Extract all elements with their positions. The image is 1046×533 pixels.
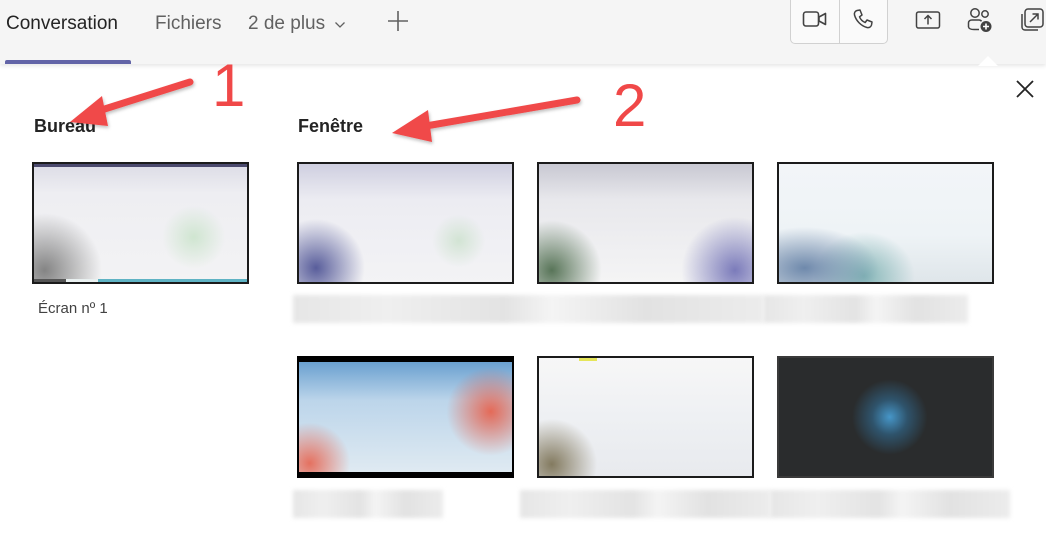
tab-more-dropdown[interactable]: 2 de plus: [248, 12, 346, 36]
pop-out-icon: [1019, 7, 1045, 38]
window-preview: [539, 164, 752, 282]
video-camera-icon: [802, 9, 828, 34]
window-preview: [779, 358, 992, 476]
active-tab-indicator: [5, 60, 131, 64]
close-icon: [1014, 80, 1036, 104]
chevron-down-icon: [334, 12, 346, 36]
window-thumbnail-5[interactable]: [537, 356, 754, 478]
desktop-section-title: Bureau: [34, 116, 97, 136]
tab-conversation[interactable]: Conversation: [6, 12, 118, 36]
video-call-button[interactable]: [791, 0, 839, 43]
tab-more-label: 2 de plus: [248, 13, 326, 35]
channel-header: Conversation Fichiers 2 de plus: [0, 0, 1046, 64]
audio-call-button[interactable]: [838, 0, 888, 43]
tab-files[interactable]: Fichiers: [155, 12, 222, 36]
window-thumbnail-6[interactable]: [777, 356, 994, 478]
add-people-button[interactable]: [966, 6, 994, 39]
window-thumbnail-2[interactable]: [537, 162, 754, 284]
close-button[interactable]: [1014, 78, 1036, 100]
screen-label: Écran nº 1: [38, 300, 108, 317]
window-preview: [299, 362, 512, 472]
window-label-blurred: [770, 490, 1010, 518]
window-label-blurred: [293, 295, 763, 323]
add-people-icon: [966, 6, 994, 39]
window-preview: [539, 358, 752, 476]
annotation-arrow-2: [392, 96, 581, 142]
pop-out-button[interactable]: [1018, 7, 1046, 38]
phone-icon: [852, 8, 874, 35]
window-preview: [299, 164, 512, 282]
annotation-number-1: 1: [212, 52, 246, 119]
window-label-blurred: [520, 490, 770, 518]
popover-notch: [978, 56, 998, 66]
window-label-blurred: [293, 490, 443, 518]
window-thumbnail-1[interactable]: [297, 162, 514, 284]
window-section-title: Fenêtre: [298, 116, 364, 136]
screen-thumbnail-1[interactable]: [32, 162, 249, 284]
share-screen-button[interactable]: [914, 8, 942, 36]
window-thumbnail-3[interactable]: [777, 162, 994, 284]
annotation-number-2: 2: [613, 72, 647, 139]
screen-preview: [34, 164, 247, 282]
window-thumbnail-4[interactable]: [297, 356, 514, 478]
plus-icon[interactable]: [386, 9, 410, 33]
share-screen-icon: [915, 9, 941, 36]
window-preview: [779, 164, 992, 282]
window-label-blurred: [763, 295, 968, 323]
call-button-group: [790, 0, 888, 44]
